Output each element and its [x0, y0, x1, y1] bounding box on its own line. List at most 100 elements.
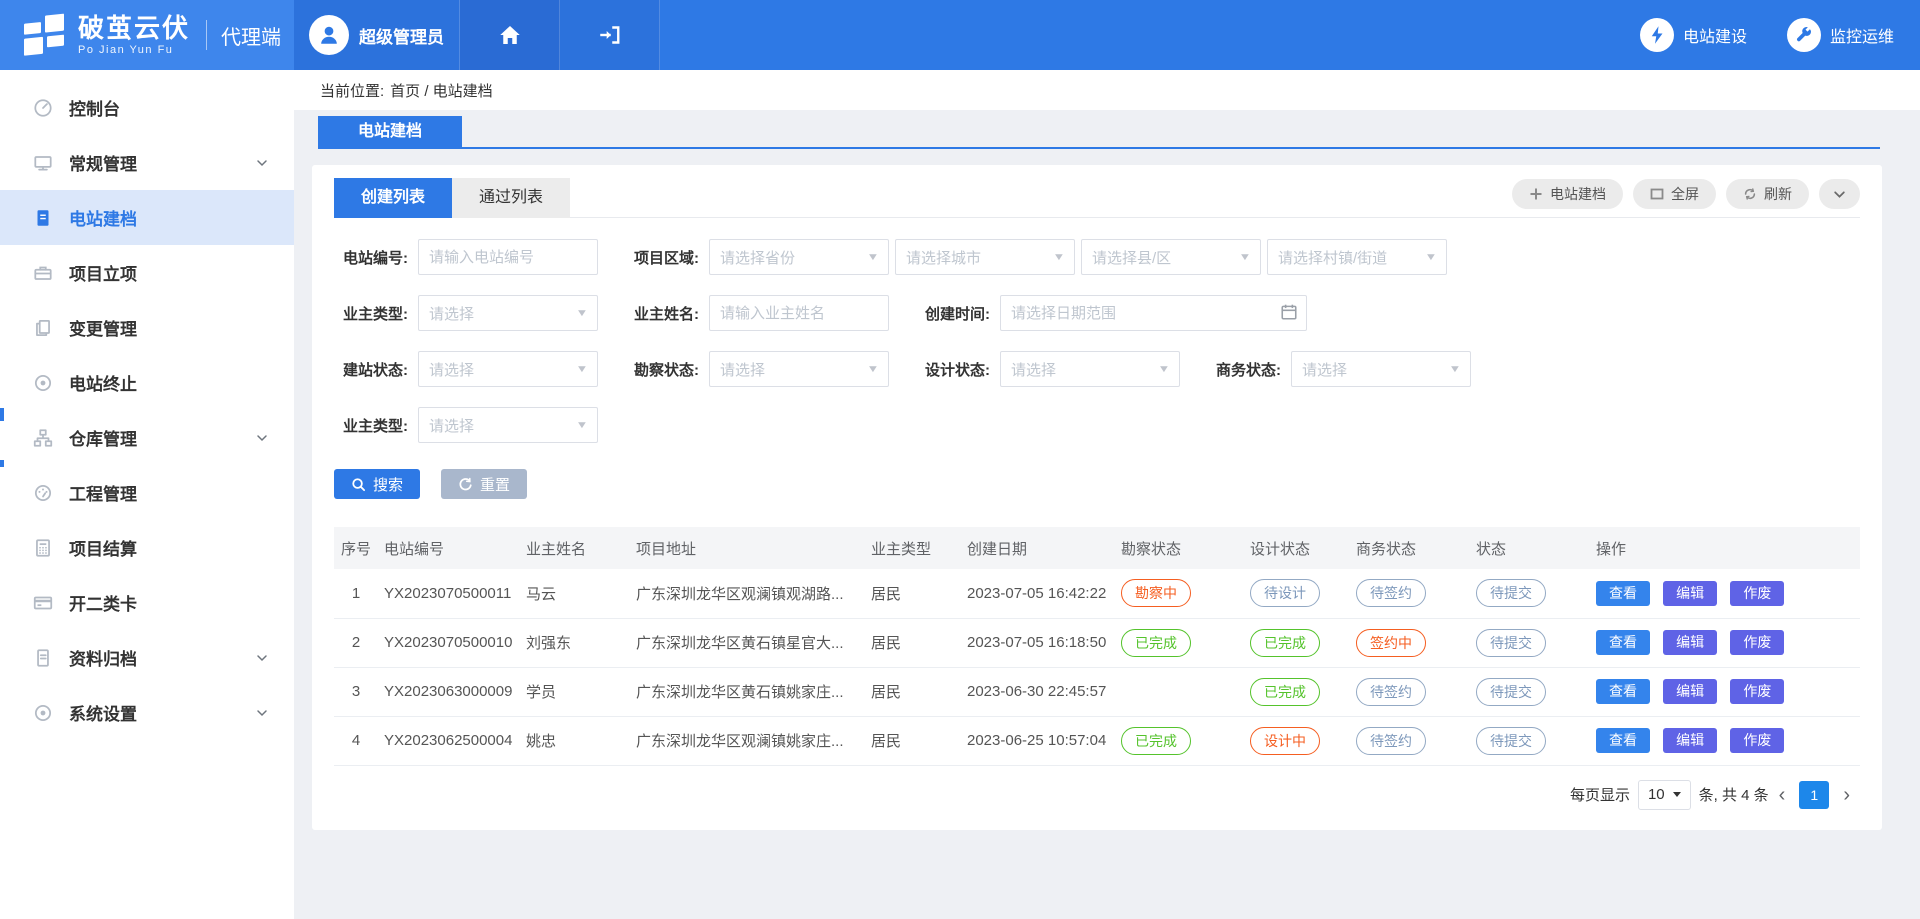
logo-mark-icon: [22, 13, 66, 57]
edit-button[interactable]: 编辑: [1663, 728, 1717, 753]
survey-status-select[interactable]: 请选择▼: [709, 351, 889, 387]
search-label: 搜索: [373, 474, 403, 495]
view-button[interactable]: 查看: [1596, 679, 1650, 704]
void-button[interactable]: 作废: [1730, 728, 1784, 753]
reset-label: 重置: [480, 474, 510, 495]
sidebar-item-label: 仓库管理: [69, 425, 137, 450]
caret-down-icon: ▼: [1053, 252, 1066, 263]
sidebar-item-general-mgmt[interactable]: 常规管理: [0, 135, 294, 190]
card-icon: [32, 592, 54, 614]
sidebar-item-station-archive[interactable]: 电站建档: [0, 190, 294, 245]
county-select[interactable]: 请选择县/区▼: [1081, 239, 1261, 275]
page-tab-station-archive[interactable]: 电站建档: [318, 116, 462, 147]
page-1-button[interactable]: 1: [1799, 781, 1829, 809]
sidebar-item-system-settings[interactable]: 系统设置: [0, 685, 294, 740]
refresh-icon: [1743, 187, 1757, 201]
nav-item-station-build[interactable]: 电站建设: [1640, 18, 1747, 52]
breadcrumb-path[interactable]: 首页 / 电站建档: [390, 80, 493, 101]
sidebar-item-project-initiation[interactable]: 项目立项: [0, 245, 294, 300]
search-button[interactable]: 搜索: [334, 469, 420, 499]
chevron-down-icon: [1833, 188, 1846, 201]
view-button[interactable]: 查看: [1596, 581, 1650, 606]
create-time-input[interactable]: [1000, 295, 1307, 331]
sidebar-item-label: 电站终止: [69, 370, 137, 395]
toolbar: 电站建档 全屏 刷新: [1512, 179, 1860, 209]
next-page-button[interactable]: ›: [1833, 785, 1860, 805]
town-select[interactable]: 请选择村镇/街道▼: [1267, 239, 1447, 275]
sidebar-item-open-card[interactable]: 开二类卡: [0, 575, 294, 630]
sidebar-item-change-mgmt[interactable]: 变更管理: [0, 300, 294, 355]
edit-button[interactable]: 编辑: [1663, 630, 1717, 655]
sidebar-item-project-settlement[interactable]: 项目结算: [0, 520, 294, 575]
view-button[interactable]: 查看: [1596, 728, 1650, 753]
owner-type2-select[interactable]: 请选择▼: [418, 407, 598, 443]
collapse-button[interactable]: [1819, 179, 1860, 209]
prev-page-button[interactable]: ‹: [1769, 785, 1796, 805]
settings-icon: [32, 702, 54, 724]
design-status-label: 设计状态:: [916, 359, 990, 380]
create-station-button[interactable]: 电站建档: [1512, 179, 1623, 209]
nav-item-monitor-ops[interactable]: 监控运维: [1787, 18, 1894, 52]
status-badge: 待提交: [1476, 727, 1546, 755]
fullscreen-button[interactable]: 全屏: [1633, 179, 1716, 209]
tab-passed-list[interactable]: 通过列表: [452, 178, 570, 218]
reset-button[interactable]: 重置: [441, 469, 527, 499]
header-nav: 电站建设 监控运维: [1640, 0, 1920, 70]
cell-owner: 马云: [520, 569, 630, 618]
void-button[interactable]: 作废: [1730, 630, 1784, 655]
home-button[interactable]: [460, 0, 560, 70]
build-status-select[interactable]: 请选择▼: [418, 351, 598, 387]
cell-no: 1: [334, 569, 378, 618]
cell-owner: 学员: [520, 667, 630, 716]
cell-type: 居民: [865, 667, 961, 716]
refresh-button[interactable]: 刷新: [1726, 179, 1809, 209]
logout-button[interactable]: [560, 0, 660, 70]
sidebar-item-data-archive[interactable]: 资料归档: [0, 630, 294, 685]
design-status-select[interactable]: 请选择▼: [1000, 351, 1180, 387]
status-badge: 待提交: [1476, 579, 1546, 607]
cell-type: 居民: [865, 716, 961, 765]
edit-button[interactable]: 编辑: [1663, 679, 1717, 704]
business-status-badge: 签约中: [1356, 629, 1426, 657]
fullscreen-icon: [1650, 187, 1664, 201]
build-status-label: 建站状态:: [334, 359, 408, 380]
owner-type-select[interactable]: 请选择▼: [418, 295, 598, 331]
caret-down-icon: [1673, 792, 1681, 797]
sidebar-item-warehouse-mgmt[interactable]: 仓库管理: [0, 410, 294, 465]
station-table: 序号 电站编号 业主姓名 项目地址 业主类型 创建日期 勘察状态 设计状态 商务…: [334, 527, 1860, 766]
province-select[interactable]: 请选择省份▼: [709, 239, 889, 275]
cell-type: 居民: [865, 569, 961, 618]
nav-label: 电站建设: [1683, 23, 1747, 47]
plus-icon: [1529, 187, 1543, 201]
per-page-select[interactable]: 10: [1638, 780, 1691, 810]
sidebar-item-engineering-mgmt[interactable]: 工程管理: [0, 465, 294, 520]
sitemap-icon: [32, 427, 54, 449]
status-badge: 待提交: [1476, 678, 1546, 706]
void-button[interactable]: 作废: [1730, 581, 1784, 606]
view-button[interactable]: 查看: [1596, 630, 1650, 655]
owner-name-input[interactable]: [709, 295, 889, 331]
cell-date: 2023-06-25 10:57:04: [961, 716, 1115, 765]
col-date: 创建日期: [961, 527, 1115, 569]
owner-type2-label: 业主类型:: [334, 415, 408, 436]
sidebar-item-console[interactable]: 控制台: [0, 80, 294, 135]
design-status-badge: 设计中: [1250, 727, 1320, 755]
col-status: 状态: [1470, 527, 1590, 569]
sidebar-item-label: 资料归档: [69, 645, 137, 670]
user-menu[interactable]: 超级管理员: [294, 0, 460, 70]
sidebar-item-station-termination[interactable]: 电站终止: [0, 355, 294, 410]
breadcrumb: 当前位置: 首页 / 电站建档: [294, 70, 1920, 110]
cell-address: 广东深圳龙华区观澜镇姚家庄...: [630, 716, 865, 765]
logo-title: 破茧云伏: [78, 14, 190, 43]
station-code-input[interactable]: [418, 239, 598, 275]
logo-subtitle: Po Jian Yun Fu: [78, 44, 190, 56]
edit-button[interactable]: 编辑: [1663, 581, 1717, 606]
tab-create-list[interactable]: 创建列表: [334, 178, 452, 218]
city-select[interactable]: 请选择城市▼: [895, 239, 1075, 275]
business-status-select[interactable]: 请选择▼: [1291, 351, 1471, 387]
target-icon: [32, 372, 54, 394]
owner-type-label: 业主类型:: [334, 303, 408, 324]
void-button[interactable]: 作废: [1730, 679, 1784, 704]
cell-no: 4: [334, 716, 378, 765]
cell-code: YX2023062500004: [378, 716, 520, 765]
